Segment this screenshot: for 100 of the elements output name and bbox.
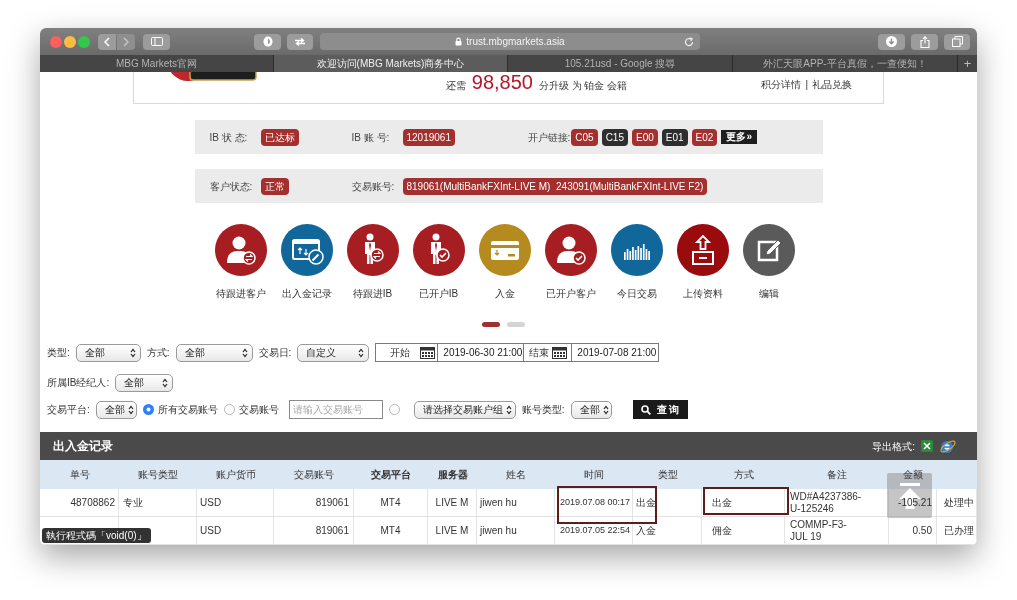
card-link[interactable]: 积分详情 bbox=[761, 77, 802, 92]
shortcut-link[interactable]: 出入金记录 bbox=[273, 224, 340, 300]
table-cell: MT4 bbox=[354, 517, 428, 544]
link-badge[interactable]: C05 bbox=[571, 128, 598, 146]
shortcut-link[interactable]: 编辑 bbox=[735, 224, 802, 300]
updown-chevron-icon bbox=[358, 347, 365, 358]
radio-button[interactable] bbox=[388, 404, 400, 415]
column-header: 账号类型 bbox=[137, 468, 179, 482]
spreadsheet-icon[interactable] bbox=[921, 440, 933, 452]
field-label: 交易平台: bbox=[47, 403, 90, 417]
shortcut-link[interactable]: 入金 bbox=[471, 224, 538, 300]
table-cell: 2019.07.08 00:17 bbox=[555, 489, 633, 516]
table-cell: 出金 bbox=[702, 489, 785, 516]
table-cell: LIVE M bbox=[428, 489, 477, 516]
overlapping-squares-icon bbox=[951, 36, 963, 47]
forward-button[interactable] bbox=[117, 33, 135, 50]
link-badge[interactable]: C15 bbox=[601, 128, 628, 146]
share-button[interactable] bbox=[911, 33, 938, 50]
table-cell: 出金 bbox=[633, 489, 702, 516]
web-page-icon[interactable] bbox=[939, 437, 957, 455]
field-label: 类型: bbox=[47, 346, 70, 360]
column-header: 服务器 bbox=[436, 468, 469, 482]
table-cell: 0.50 bbox=[889, 517, 937, 544]
link-badge[interactable]: E02 bbox=[691, 128, 718, 146]
field-label: 方式: bbox=[146, 346, 170, 360]
table-cell: 2019.07.05 22:54 bbox=[555, 517, 633, 544]
browser-tab[interactable]: 欢迎访问(MBG Markets)商务中心 bbox=[274, 55, 508, 72]
browser-tab[interactable]: MBG Markets官网 bbox=[40, 55, 274, 72]
download-button[interactable] bbox=[878, 33, 905, 50]
calendar-icon[interactable] bbox=[420, 346, 436, 359]
shortcut-link[interactable]: 已开户客户 bbox=[537, 224, 604, 300]
link-badge[interactable]: E01 bbox=[661, 128, 688, 146]
text-input[interactable]: 请输入交易账号 bbox=[288, 400, 383, 419]
minimize-button[interactable] bbox=[64, 35, 76, 48]
radio-option[interactable]: 所有交易账号 bbox=[142, 402, 218, 417]
search-button[interactable]: 查 询 bbox=[632, 400, 688, 419]
back-button[interactable] bbox=[98, 33, 116, 50]
dropdown-select[interactable]: 全部 bbox=[175, 343, 253, 362]
updown-chevron-icon bbox=[127, 404, 134, 415]
sidebar-button[interactable] bbox=[143, 33, 170, 50]
table-cell: USD bbox=[197, 489, 274, 516]
swap-arrows-icon bbox=[294, 37, 306, 46]
browser-tab[interactable]: 外汇天眼APP-平台真假，一查便知！ bbox=[733, 55, 958, 72]
radio-option[interactable]: 交易账号 bbox=[223, 402, 279, 417]
table-cell: WD#A4237386-U-125246 bbox=[785, 489, 889, 516]
table-cell: 专业 bbox=[119, 489, 197, 516]
tabs-overview-button[interactable] bbox=[944, 33, 970, 50]
field-label: IB 状 态: bbox=[209, 130, 249, 145]
dropdown-select[interactable]: 自定义 bbox=[297, 343, 370, 362]
table-cell: 处理中 bbox=[937, 489, 977, 516]
lock-icon bbox=[455, 37, 463, 46]
field-label: 客户状态: bbox=[209, 179, 254, 194]
new-tab-button[interactable]: + bbox=[958, 55, 977, 72]
column-header: 单号 bbox=[69, 468, 91, 482]
calendar-icon[interactable] bbox=[552, 346, 568, 359]
field-label: 账号类型: bbox=[521, 403, 565, 417]
shortcut-link[interactable]: 上传资料 bbox=[669, 224, 736, 300]
zoom-button[interactable] bbox=[78, 35, 90, 48]
more-link[interactable]: 更多» bbox=[721, 130, 757, 144]
table-cell: MT4 bbox=[354, 489, 428, 516]
shortcut-link[interactable]: 待跟进IB bbox=[339, 224, 406, 300]
date-input[interactable]: 2019-06-30 21:00 bbox=[438, 344, 525, 361]
reload-icon[interactable] bbox=[684, 36, 694, 47]
status-tooltip: 執行程式碼「void(0)」 bbox=[42, 528, 151, 543]
table-cell: 48708862 bbox=[41, 489, 119, 516]
table-cell: 入金 bbox=[633, 517, 702, 544]
updown-chevron-icon bbox=[162, 377, 169, 388]
column-header: 姓名 bbox=[505, 468, 527, 482]
value-badge: 正常 bbox=[260, 177, 289, 195]
dropdown-select[interactable]: 全部 bbox=[570, 400, 612, 419]
field-label: 开户链接: bbox=[527, 130, 571, 145]
date-label: 开始 bbox=[390, 346, 411, 360]
column-header: 备注 bbox=[826, 468, 848, 482]
field-label: 交易账号: bbox=[351, 179, 396, 194]
column-header: 类型 bbox=[656, 468, 679, 482]
card-link[interactable]: 礼品兑换 bbox=[812, 77, 852, 92]
extension-button[interactable] bbox=[254, 33, 281, 50]
shortcut-link[interactable]: 待跟进客户 bbox=[207, 224, 274, 300]
column-header: 账户货币 bbox=[214, 468, 257, 482]
dropdown-select[interactable]: 全部 bbox=[95, 400, 137, 419]
shortcut-link[interactable]: 今日交易 bbox=[603, 224, 670, 300]
table-cell: LIVE M bbox=[428, 517, 477, 544]
date-label: 结束 bbox=[529, 346, 550, 360]
table-cell: jiwen hu bbox=[477, 517, 555, 544]
swap-button[interactable] bbox=[287, 33, 313, 50]
field-label: 交易日: bbox=[258, 346, 292, 360]
dropdown-select[interactable]: 全部 bbox=[115, 373, 174, 392]
updown-chevron-icon bbox=[602, 404, 609, 415]
share-icon bbox=[919, 35, 930, 48]
browser-tab[interactable]: 105.21usd - Google 搜尋 bbox=[508, 55, 733, 72]
shortcut-link[interactable]: 已开户IB bbox=[405, 224, 472, 300]
column-header: 时间 bbox=[583, 468, 605, 482]
sidebar-icon bbox=[150, 37, 163, 46]
dropdown-select[interactable]: 请选择交易账户组 bbox=[413, 400, 516, 419]
table-cell: USD bbox=[197, 517, 274, 544]
date-input[interactable]: 2019-07-08 21:00 bbox=[572, 344, 659, 361]
column-header: 金额 bbox=[902, 468, 924, 482]
chevron-right-icon bbox=[123, 36, 129, 47]
link-badge[interactable]: E00 bbox=[632, 128, 658, 146]
dropdown-select[interactable]: 全部 bbox=[75, 343, 141, 362]
